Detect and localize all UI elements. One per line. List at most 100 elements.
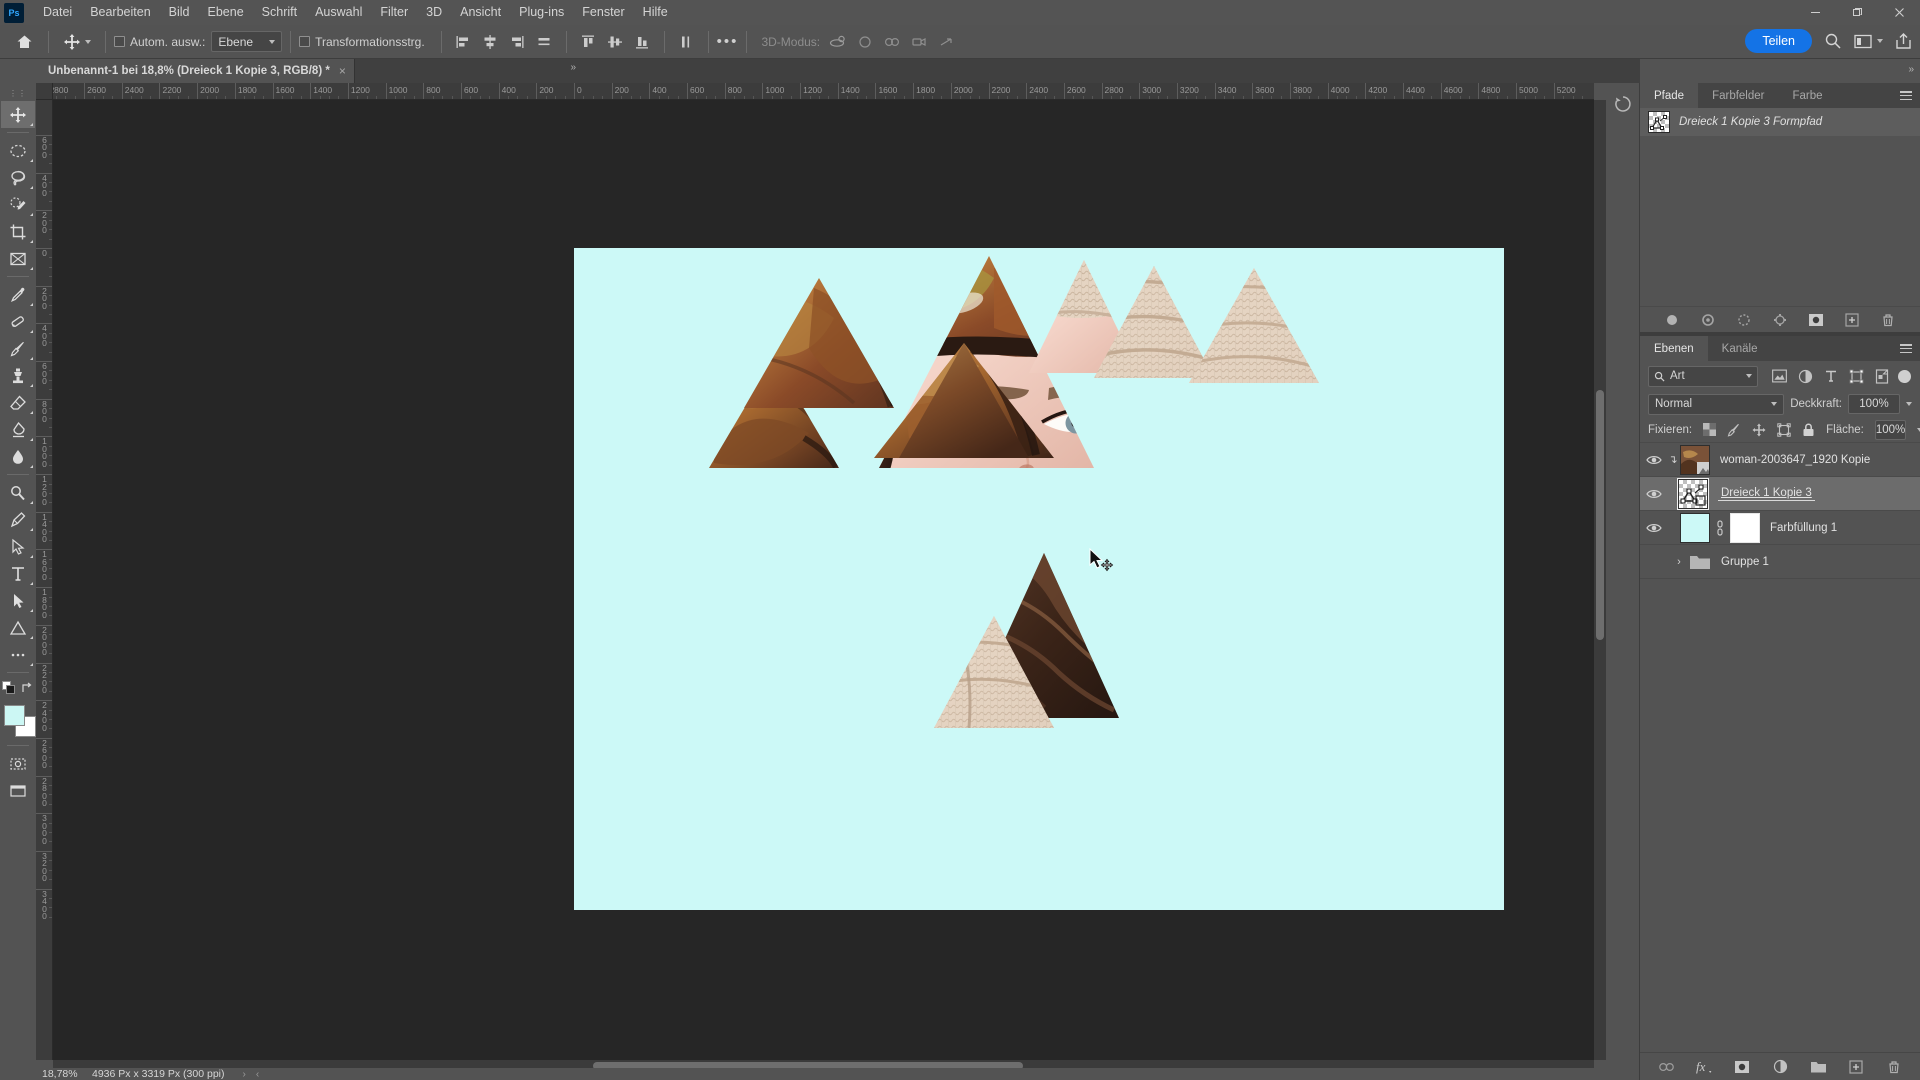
lock-image-icon[interactable]	[1727, 423, 1741, 437]
dodge-tool[interactable]	[1, 479, 35, 506]
adjustment-filter-icon[interactable]	[1798, 369, 1813, 384]
menu-item-ansicht[interactable]: Ansicht	[451, 0, 510, 25]
layer-visibility-toggle[interactable]	[1640, 454, 1668, 466]
more-tools[interactable]	[1, 641, 35, 668]
lock-transparency-icon[interactable]	[1703, 423, 1717, 436]
toolbar-drag-handle[interactable]: ⋮⋮	[0, 89, 36, 101]
new-path-icon[interactable]	[1844, 311, 1861, 328]
active-tool-preset[interactable]	[57, 33, 97, 51]
menu-item-schrift[interactable]: Schrift	[253, 0, 306, 25]
history-panel-icon[interactable]	[1606, 89, 1640, 119]
menu-item-datei[interactable]: Datei	[34, 0, 81, 25]
3d-pan-icon[interactable]	[878, 29, 905, 55]
layer-style-fx-icon[interactable]: fx	[1696, 1058, 1713, 1075]
add-mask-icon[interactable]	[1734, 1058, 1751, 1075]
type-filter-icon[interactable]	[1824, 369, 1838, 383]
3d-scale-icon[interactable]	[932, 29, 959, 55]
load-selection-icon[interactable]	[1736, 311, 1753, 328]
type-tool[interactable]	[1, 560, 35, 587]
quick-mask-icon[interactable]	[1, 750, 35, 777]
make-work-path-icon[interactable]	[1772, 311, 1789, 328]
blur-tool[interactable]	[1, 443, 35, 470]
distribute-vertical-icon[interactable]	[673, 29, 700, 55]
direct-selection-tool[interactable]	[1, 587, 35, 614]
document-dimensions[interactable]: 4936 Px x 3319 Px (300 ppi)	[92, 1068, 225, 1080]
swap-colors-icon[interactable]	[20, 681, 34, 695]
share-button[interactable]: Teilen	[1745, 29, 1812, 53]
menu-item-plug-ins[interactable]: Plug-ins	[510, 0, 573, 25]
close-icon[interactable]	[1878, 0, 1920, 25]
mask-link-icon[interactable]	[1715, 519, 1725, 536]
3d-slide-icon[interactable]	[905, 29, 932, 55]
3d-roll-icon[interactable]	[851, 29, 878, 55]
shape-tool[interactable]	[1, 614, 35, 641]
document-tab[interactable]: Unbenannt-1 bei 18,8% (Dreieck 1 Kopie 3…	[38, 59, 355, 83]
quick-selection-tool[interactable]	[1, 191, 35, 218]
stroke-path-icon[interactable]	[1700, 311, 1717, 328]
home-icon[interactable]	[8, 28, 40, 56]
align-horizontal-center-icon[interactable]	[477, 29, 504, 55]
auto-select-checkbox[interactable]	[114, 36, 125, 47]
fill-value[interactable]: 100%	[1874, 419, 1907, 440]
opacity-value[interactable]: 100%	[1848, 394, 1900, 414]
table-row[interactable]: Farbfüllung 1	[1640, 511, 1920, 545]
chevron-right-icon[interactable]: ›	[1674, 556, 1684, 568]
layer-thumbnail[interactable]	[1677, 477, 1709, 510]
frame-tool[interactable]	[1, 245, 35, 272]
close-tab-icon[interactable]: ×	[339, 64, 346, 78]
filter-toggle-switch[interactable]	[1898, 365, 1912, 387]
gradient-tool[interactable]	[1, 416, 35, 443]
table-row[interactable]: › Gruppe 1	[1640, 545, 1920, 579]
canvas-area[interactable]	[53, 100, 1594, 1060]
paths-panel-menu-icon[interactable]	[1900, 91, 1912, 100]
image-filter-icon[interactable]	[1772, 369, 1787, 383]
tab-kanaele[interactable]: Kanäle	[1708, 336, 1772, 361]
layer-name[interactable]: Gruppe 1	[1721, 556, 1769, 568]
fill-path-icon[interactable]	[1664, 311, 1681, 328]
default-colors-icon[interactable]	[2, 681, 16, 695]
shape-filter-icon[interactable]	[1849, 369, 1864, 384]
transform-controls-checkbox[interactable]	[299, 36, 311, 47]
marquee-tool[interactable]	[1, 137, 35, 164]
healing-brush-tool[interactable]	[1, 308, 35, 335]
horizontal-ruler[interactable]: 2800260024002200200018001600140012001000…	[53, 83, 1594, 100]
status-next-icon[interactable]: ›	[243, 1069, 246, 1080]
menu-item-bild[interactable]: Bild	[160, 0, 199, 25]
layer-name[interactable]: Farbfüllung 1	[1770, 522, 1837, 534]
collapse-panels-icon[interactable]: »	[570, 62, 575, 73]
more-options-button[interactable]: •••	[717, 33, 739, 50]
expand-panels-icon[interactable]: »	[1908, 64, 1913, 75]
opacity-stepper-icon[interactable]	[1906, 402, 1912, 406]
tab-pfade[interactable]: Pfade	[1640, 83, 1699, 108]
canvas-vertical-scrollbar[interactable]	[1594, 100, 1606, 1060]
blend-mode-dropdown[interactable]: Normal	[1648, 393, 1785, 415]
minimize-icon[interactable]	[1794, 0, 1836, 25]
menu-item-3d[interactable]: 3D	[417, 0, 451, 25]
eraser-tool[interactable]	[1, 389, 35, 416]
status-prev-icon[interactable]: ‹	[256, 1069, 259, 1080]
lasso-tool[interactable]	[1, 164, 35, 191]
layer-name[interactable]: woman-2003647_1920 Kopie	[1720, 454, 1870, 466]
lock-position-icon[interactable]	[1752, 423, 1766, 437]
lock-artboard-icon[interactable]	[1777, 422, 1791, 437]
new-layer-icon[interactable]	[1848, 1058, 1865, 1075]
move-tool[interactable]	[1, 101, 35, 128]
tab-ebenen[interactable]: Ebenen	[1640, 336, 1708, 361]
tab-farbfelder[interactable]: Farbfelder	[1698, 83, 1778, 108]
lock-all-icon[interactable]	[1802, 423, 1815, 437]
vertical-ruler[interactable]: 600 400 200 0 200 400 600 800 1000 1200 1400 1600 18…	[36, 100, 53, 1060]
align-right-icon[interactable]	[504, 29, 531, 55]
path-row[interactable]: Dreieck 1 Kopie 3 Formpfad	[1640, 108, 1920, 136]
menu-item-bearbeiten[interactable]: Bearbeiten	[81, 0, 159, 25]
align-vertical-center-icon[interactable]	[602, 29, 629, 55]
align-bottom-icon[interactable]	[629, 29, 656, 55]
path-selection-tool[interactable]	[1, 533, 35, 560]
menu-item-fenster[interactable]: Fenster	[573, 0, 633, 25]
3d-orbit-icon[interactable]	[824, 29, 851, 55]
auto-select-scope-dropdown[interactable]: Ebene	[211, 31, 283, 52]
scrollbar-thumb[interactable]	[1596, 390, 1604, 640]
foreground-color-swatch[interactable]	[4, 705, 25, 726]
eyedropper-tool[interactable]	[1, 281, 35, 308]
search-icon[interactable]	[1824, 32, 1842, 50]
delete-layer-icon[interactable]	[1886, 1058, 1903, 1075]
